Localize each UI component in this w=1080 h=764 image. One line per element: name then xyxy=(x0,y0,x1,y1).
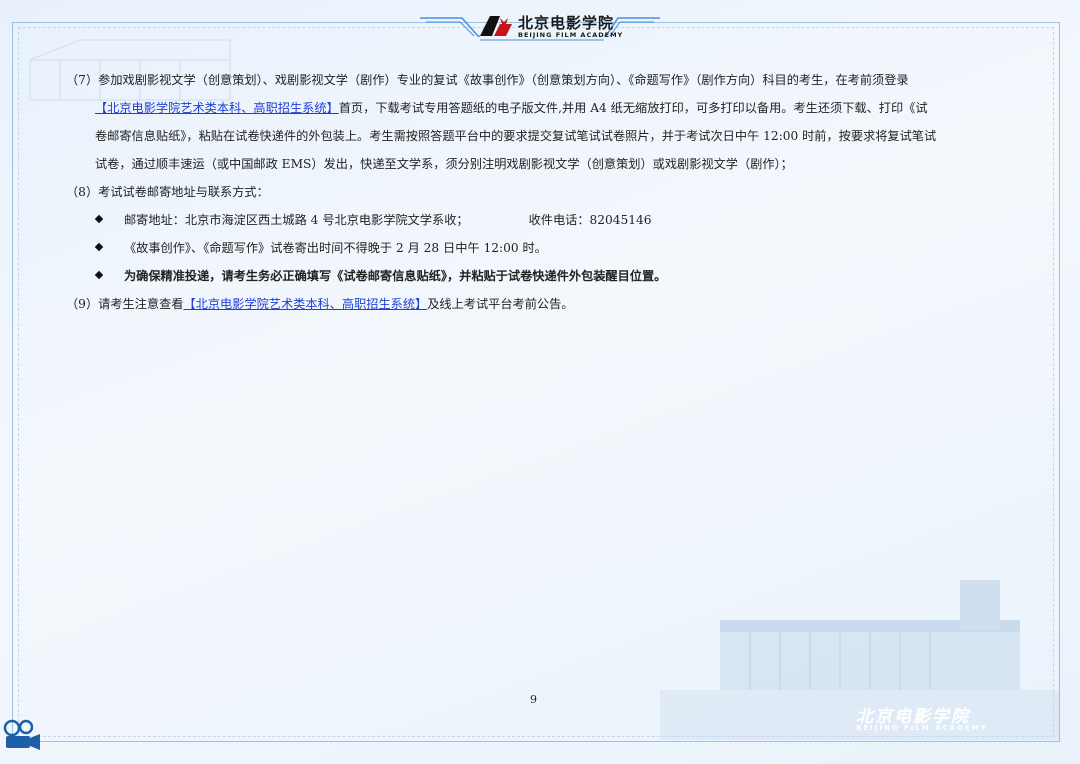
paragraph-7-text-b: 首页，下载考试专用答题纸的电子版文件,并用 A4 纸无缩放打印，可多打印以备用。… xyxy=(338,101,928,115)
mailing-address: 邮寄地址：北京市海淀区西土城路 4 号北京电影学院文学系收； xyxy=(124,213,469,227)
film-camera-icon xyxy=(3,719,40,750)
paragraph-7-text-d: 试卷，通过顺丰速运（或中国邮政 EMS）发出，快递至文学系，须分别注明戏剧影视文… xyxy=(95,157,793,171)
paragraph-7-line-3: 卷邮寄信息贴纸》，粘贴在试卷快递件的外包装上。考生需按照答题平台中的要求提交复试… xyxy=(66,122,1016,150)
paragraph-9: （9）请考生注意查看【北京电影学院艺术类本科、高职招生系统】及线上考试平台考前公… xyxy=(66,290,1016,318)
paragraph-7-text-a: （7）参加戏剧影视文学（创意策划）、戏剧影视文学（剧作）专业的复试《故事创作》（… xyxy=(66,73,909,87)
admission-system-link[interactable]: 【北京电影学院艺术类本科、高职招生系统】 xyxy=(95,101,339,115)
diamond-bullet-icon xyxy=(94,242,104,252)
paragraph-8: （8）考试试卷邮寄地址与联系方式： xyxy=(66,178,1016,206)
admission-system-link-2[interactable]: 【北京电影学院艺术类本科、高职招生系统】 xyxy=(183,297,427,311)
paragraph-9-text-a: （9）请考生注意查看 xyxy=(66,297,184,311)
paragraph-7-line-2: 【北京电影学院艺术类本科、高职招生系统】首页，下载考试专用答题纸的电子版文件,并… xyxy=(66,94,1016,122)
document-body: （7）参加戏剧影视文学（创意策划）、戏剧影视文学（剧作）专业的复试《故事创作》（… xyxy=(66,66,1016,318)
deadline-text: 《故事创作》、《命题写作》试卷寄出时间不得晚于 2 月 28 日中午 12:00… xyxy=(124,241,547,255)
page-number: 9 xyxy=(530,693,537,706)
paragraph-8-text: （8）考试试卷邮寄地址与联系方式： xyxy=(66,185,269,199)
watermark-en: BEIJING FILM ACADEMY xyxy=(856,724,988,732)
paragraph-7: （7）参加戏剧影视文学（创意策划）、戏剧影视文学（剧作）专业的复试《故事创作》（… xyxy=(66,66,1016,94)
bullet-notice: 为确保精准投递，请考生务必正确填写《试卷邮寄信息贴纸》，并粘贴于试卷快递件外包装… xyxy=(66,262,1016,290)
paragraph-7-text-c: 卷邮寄信息贴纸》，粘贴在试卷快递件的外包装上。考生需按照答题平台中的要求提交复试… xyxy=(95,129,937,143)
logo-title-cn: 北京电影学院 xyxy=(518,14,615,32)
notice-text: 为确保精准投递，请考生务必正确填写《试卷邮寄信息贴纸》，并粘贴于试卷快递件外包装… xyxy=(124,269,667,283)
diamond-bullet-icon xyxy=(94,270,104,280)
paragraph-9-text-b: 及线上考试平台考前公告。 xyxy=(427,297,574,311)
recipient-phone: 收件电话：82045146 xyxy=(528,213,652,227)
paragraph-7-line-4: 试卷，通过顺丰速运（或中国邮政 EMS）发出，快递至文学系，须分别注明戏剧影视文… xyxy=(66,150,1016,178)
bfa-logo-icon xyxy=(480,16,512,36)
bullet-address: 邮寄地址：北京市海淀区西土城路 4 号北京电影学院文学系收； 收件电话：82045… xyxy=(66,206,1016,234)
logo-title-en: BEIJING FILM ACADEMY xyxy=(518,31,624,39)
diamond-bullet-icon xyxy=(94,214,104,224)
bullet-deadline: 《故事创作》、《命题写作》试卷寄出时间不得晚于 2 月 28 日中午 12:00… xyxy=(66,234,1016,262)
